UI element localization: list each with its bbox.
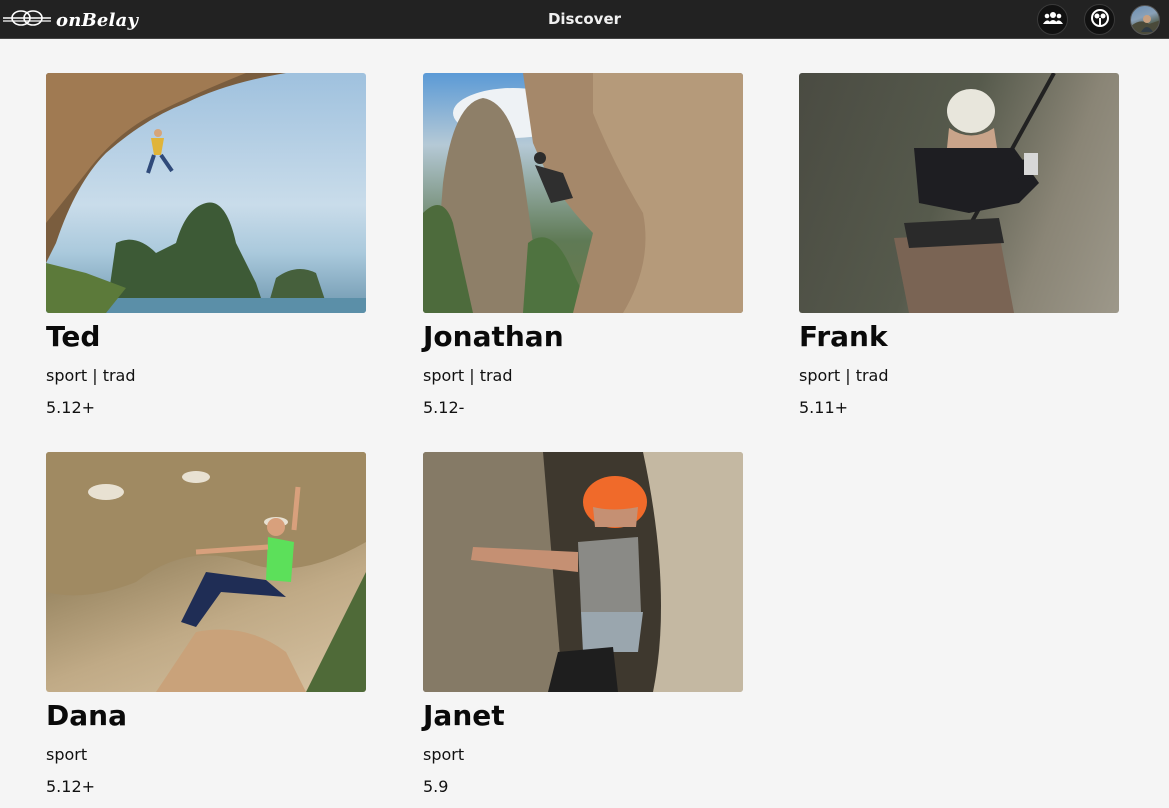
climber-name: Frank (799, 320, 888, 353)
group-icon (1042, 10, 1063, 29)
climber-card[interactable]: Dana sport 5.12+ (46, 452, 366, 797)
climber-photo[interactable] (799, 73, 1119, 313)
climber-name: Dana (46, 699, 127, 732)
page-title: Discover (547, 10, 622, 28)
top-bar: onBelay Discover (0, 0, 1169, 39)
climber-photo[interactable] (46, 452, 366, 692)
climber-grade: 5.12+ (46, 777, 96, 796)
climber-photo[interactable] (423, 452, 743, 692)
climber-styles: sport | trad (423, 366, 513, 385)
climber-styles: sport (46, 745, 88, 764)
climber-card[interactable]: Jonathan sport | trad 5.12- (423, 73, 743, 418)
climber-card[interactable]: Janet sport 5.9 (423, 452, 743, 797)
climber-grade: 5.12- (423, 398, 465, 417)
climber-styles: sport | trad (799, 366, 889, 385)
climber-card[interactable]: Frank sport | trad 5.11+ (799, 73, 1119, 418)
climber-photo[interactable] (423, 73, 743, 313)
climber-grade: 5.11+ (799, 398, 849, 417)
climber-styles: sport (423, 745, 465, 764)
network-icon (1090, 8, 1110, 32)
climber-name: Jonathan (423, 320, 564, 353)
climber-card[interactable]: Ted sport | trad 5.12+ (46, 73, 366, 418)
network-button[interactable] (1084, 4, 1115, 35)
groups-button[interactable] (1037, 4, 1068, 35)
climber-name: Janet (423, 699, 505, 732)
climber-grade: 5.9 (423, 777, 449, 796)
climber-styles: sport | trad (46, 366, 136, 385)
climber-name: Ted (46, 320, 101, 353)
climber-photo[interactable] (46, 73, 366, 313)
user-avatar[interactable] (1130, 5, 1160, 35)
climber-grade: 5.12+ (46, 398, 96, 417)
